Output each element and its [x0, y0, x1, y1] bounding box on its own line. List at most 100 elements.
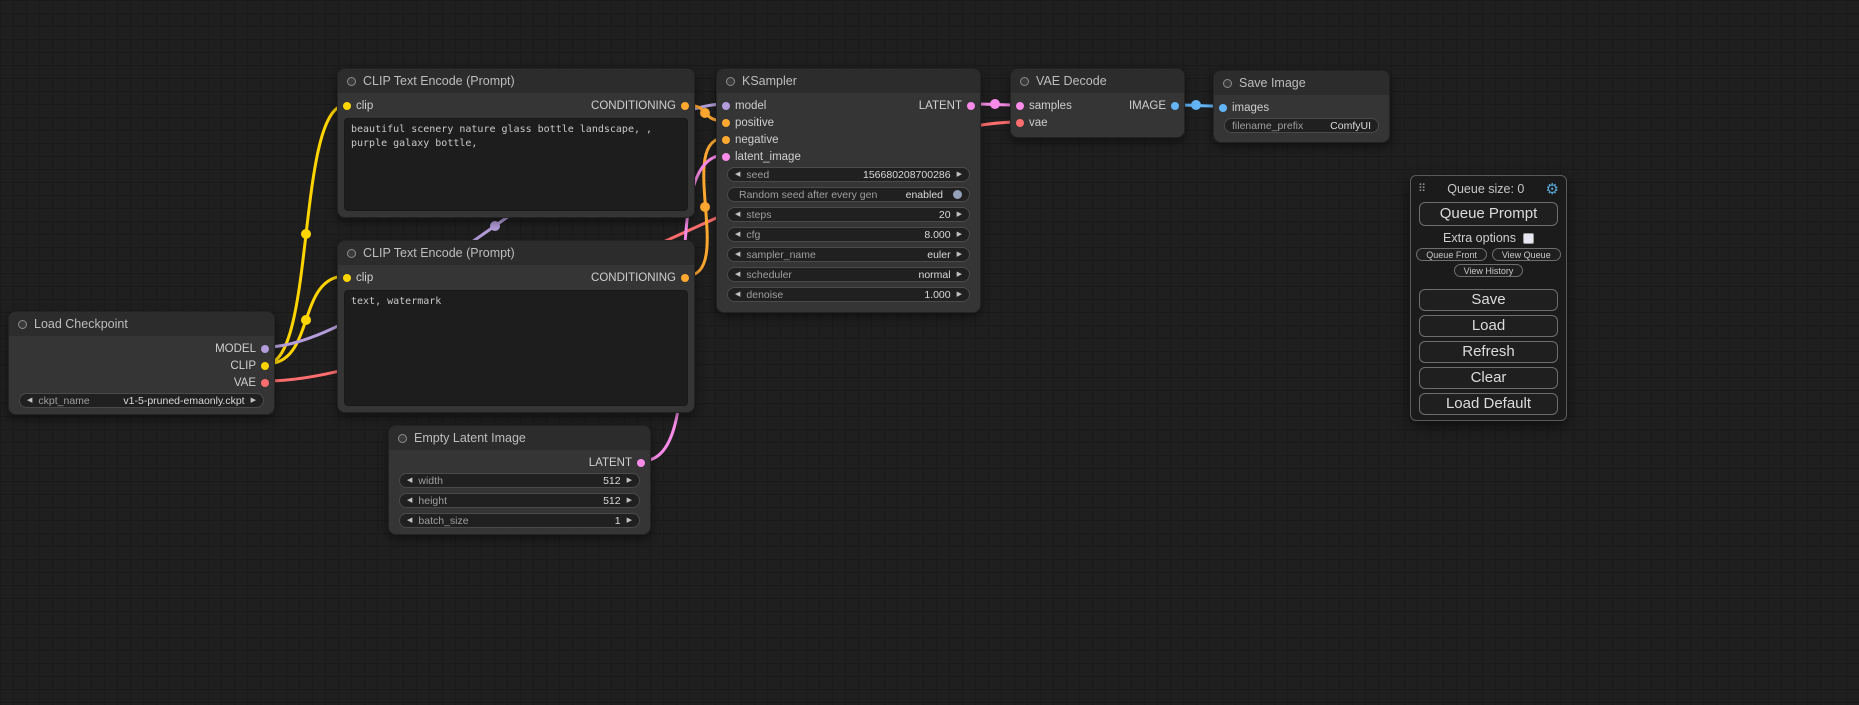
widget-height[interactable]: ◀ height 512 ▶ [399, 493, 640, 508]
collapse-dot-icon[interactable] [347, 77, 356, 86]
widget-width[interactable]: ◀ width 512 ▶ [399, 473, 640, 488]
node-title-bar[interactable]: KSampler [717, 69, 980, 93]
output-slot-vae[interactable]: VAE [234, 377, 269, 389]
collapse-dot-icon[interactable] [1020, 77, 1029, 86]
settings-gear-icon[interactable]: ⚙ [1546, 182, 1559, 197]
node-vae-decode[interactable]: VAE Decode samples IMAGE vae [1010, 68, 1185, 138]
output-slot-clip[interactable]: CLIP [230, 360, 269, 372]
model-output-dot[interactable] [261, 345, 269, 353]
drag-handle-icon[interactable]: ⠿ [1418, 184, 1426, 195]
negative-prompt-textarea[interactable]: text, watermark [344, 290, 688, 406]
decrement-arrow-icon[interactable]: ◀ [407, 517, 412, 524]
extra-options-checkbox[interactable] [1523, 233, 1534, 244]
increment-arrow-icon[interactable]: ▶ [957, 251, 962, 258]
input-slot-latent-image[interactable]: latent_image [722, 151, 801, 163]
collapse-dot-icon[interactable] [398, 434, 407, 443]
images-input-dot[interactable] [1219, 104, 1227, 112]
vae-output-dot[interactable] [261, 379, 269, 387]
widget-filename-prefix[interactable]: filename_prefix ComfyUI [1224, 118, 1379, 133]
output-slot-latent[interactable]: LATENT [589, 457, 645, 469]
refresh-button[interactable]: Refresh [1419, 341, 1558, 363]
output-slot-image[interactable]: IMAGE [1129, 100, 1179, 112]
input-slot-positive[interactable]: positive [722, 117, 774, 129]
node-title-bar[interactable]: CLIP Text Encode (Prompt) [338, 241, 694, 265]
decrement-arrow-icon[interactable]: ◀ [27, 397, 32, 404]
widget-random-seed-toggle[interactable]: Random seed after every gen enabled [727, 187, 970, 202]
increment-arrow-icon[interactable]: ▶ [957, 291, 962, 298]
increment-arrow-icon[interactable]: ▶ [627, 497, 632, 504]
save-button[interactable]: Save [1419, 289, 1558, 311]
decrement-arrow-icon[interactable]: ◀ [735, 271, 740, 278]
increment-arrow-icon[interactable]: ▶ [957, 171, 962, 178]
increment-arrow-icon[interactable]: ▶ [957, 271, 962, 278]
clip-input-dot[interactable] [343, 102, 351, 110]
negative-input-dot[interactable] [722, 136, 730, 144]
widget-cfg[interactable]: ◀ cfg 8.000 ▶ [727, 227, 970, 242]
collapse-dot-icon[interactable] [1223, 79, 1232, 88]
collapse-dot-icon[interactable] [347, 249, 356, 258]
widget-ckpt-name[interactable]: ◀ ckpt_name v1-5-pruned-emaonly.ckpt ▶ [19, 393, 264, 408]
latent-output-dot[interactable] [637, 459, 645, 467]
view-queue-button[interactable]: View Queue [1492, 248, 1561, 261]
node-empty-latent-image[interactable]: Empty Latent Image LATENT ◀ width 512 ▶ … [388, 425, 651, 535]
input-slot-model[interactable]: model [722, 100, 766, 112]
view-history-button[interactable]: View History [1454, 264, 1524, 277]
clip-input-dot[interactable] [343, 274, 351, 282]
queue-front-button[interactable]: Queue Front [1416, 248, 1487, 261]
increment-arrow-icon[interactable]: ▶ [627, 517, 632, 524]
queue-prompt-button[interactable]: Queue Prompt [1419, 202, 1558, 226]
collapse-dot-icon[interactable] [18, 320, 27, 329]
vae-input-dot[interactable] [1016, 119, 1024, 127]
output-slot-model[interactable]: MODEL [215, 343, 269, 355]
node-graph-canvas[interactable]: Load Checkpoint MODEL CLIP VAE [0, 0, 1859, 705]
widget-sampler-name[interactable]: ◀ sampler_name euler ▶ [727, 247, 970, 262]
decrement-arrow-icon[interactable]: ◀ [735, 251, 740, 258]
conditioning-output-dot[interactable] [681, 102, 689, 110]
decrement-arrow-icon[interactable]: ◀ [735, 291, 740, 298]
decrement-arrow-icon[interactable]: ◀ [735, 211, 740, 218]
input-slot-samples[interactable]: samples [1016, 100, 1072, 112]
widget-scheduler[interactable]: ◀ scheduler normal ▶ [727, 267, 970, 282]
decrement-arrow-icon[interactable]: ◀ [407, 477, 412, 484]
clip-output-dot[interactable] [261, 362, 269, 370]
increment-arrow-icon[interactable]: ▶ [627, 477, 632, 484]
widget-denoise[interactable]: ◀ denoise 1.000 ▶ [727, 287, 970, 302]
output-slot-latent[interactable]: LATENT [919, 100, 975, 112]
output-slot-conditioning[interactable]: CONDITIONING [591, 272, 689, 284]
toggle-knob-icon[interactable] [953, 190, 962, 199]
node-clip-text-encode-positive[interactable]: CLIP Text Encode (Prompt) clip CONDITION… [337, 68, 695, 218]
decrement-arrow-icon[interactable]: ◀ [735, 231, 740, 238]
node-load-checkpoint[interactable]: Load Checkpoint MODEL CLIP VAE [8, 311, 275, 415]
positive-prompt-textarea[interactable]: beautiful scenery nature glass bottle la… [344, 118, 688, 211]
node-title-bar[interactable]: Save Image [1214, 71, 1389, 95]
load-button[interactable]: Load [1419, 315, 1558, 337]
output-slot-conditioning[interactable]: CONDITIONING [591, 100, 689, 112]
samples-input-dot[interactable] [1016, 102, 1024, 110]
input-slot-negative[interactable]: negative [722, 134, 778, 146]
image-output-dot[interactable] [1171, 102, 1179, 110]
positive-input-dot[interactable] [722, 119, 730, 127]
node-title-bar[interactable]: CLIP Text Encode (Prompt) [338, 69, 694, 93]
node-ksampler[interactable]: KSampler model LATENT positive [716, 68, 981, 313]
widget-batch-size[interactable]: ◀ batch_size 1 ▶ [399, 513, 640, 528]
widget-seed[interactable]: ◀ seed 156680208700286 ▶ [727, 167, 970, 182]
input-slot-clip[interactable]: clip [343, 272, 373, 284]
collapse-dot-icon[interactable] [726, 77, 735, 86]
input-slot-images[interactable]: images [1219, 102, 1269, 114]
input-slot-vae[interactable]: vae [1016, 117, 1048, 129]
node-save-image[interactable]: Save Image images filename_prefix ComfyU… [1213, 70, 1390, 143]
model-input-dot[interactable] [722, 102, 730, 110]
latent-image-input-dot[interactable] [722, 153, 730, 161]
node-title-bar[interactable]: Load Checkpoint [9, 312, 274, 336]
increment-arrow-icon[interactable]: ▶ [251, 397, 256, 404]
increment-arrow-icon[interactable]: ▶ [957, 211, 962, 218]
conditioning-output-dot[interactable] [681, 274, 689, 282]
clear-button[interactable]: Clear [1419, 367, 1558, 389]
decrement-arrow-icon[interactable]: ◀ [407, 497, 412, 504]
increment-arrow-icon[interactable]: ▶ [957, 231, 962, 238]
decrement-arrow-icon[interactable]: ◀ [735, 171, 740, 178]
node-clip-text-encode-negative[interactable]: CLIP Text Encode (Prompt) clip CONDITION… [337, 240, 695, 413]
node-title-bar[interactable]: Empty Latent Image [389, 426, 650, 450]
input-slot-clip[interactable]: clip [343, 100, 373, 112]
node-title-bar[interactable]: VAE Decode [1011, 69, 1184, 93]
